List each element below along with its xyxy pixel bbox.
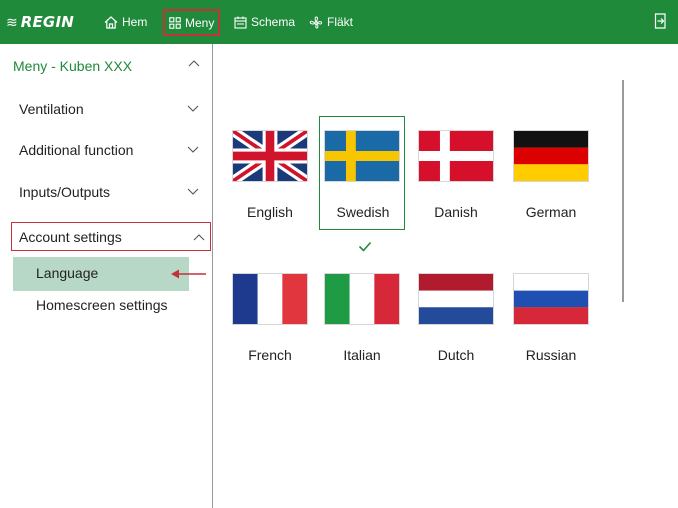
sidebar-item-additional-function[interactable]: Additional function bbox=[6, 135, 212, 165]
sidebar-subitem-label: Language bbox=[36, 265, 99, 281]
regin-logo: ≋ REGIN bbox=[6, 11, 74, 33]
language-name: Danish bbox=[434, 204, 478, 220]
italy-flag-icon bbox=[325, 274, 399, 324]
language-option-english[interactable]: English bbox=[227, 116, 313, 230]
language-option-swedish[interactable]: Swedish bbox=[319, 116, 405, 230]
home-icon bbox=[104, 15, 118, 29]
checkmark-icon bbox=[358, 241, 372, 252]
grid-icon bbox=[169, 16, 181, 29]
logout-icon bbox=[654, 13, 666, 29]
language-name: French bbox=[248, 347, 292, 363]
netherlands-flag-icon bbox=[419, 274, 493, 324]
sidebar-subitem-language[interactable]: Language bbox=[13, 257, 189, 291]
denmark-flag-icon bbox=[419, 131, 493, 181]
sidebar-header[interactable]: Meny - Kuben XXX bbox=[6, 44, 212, 88]
chevron-up-icon bbox=[188, 60, 200, 67]
chevron-down-icon bbox=[187, 146, 199, 153]
language-option-french[interactable]: French bbox=[227, 259, 313, 373]
chevron-down-icon bbox=[187, 188, 199, 195]
language-option-german[interactable]: German bbox=[508, 116, 594, 230]
sidebar-item-label: Ventilation bbox=[19, 101, 84, 117]
scrollbar[interactable] bbox=[622, 80, 624, 302]
sidebar-item-inputs-outputs[interactable]: Inputs/Outputs bbox=[6, 177, 212, 207]
brand-name: REGIN bbox=[20, 13, 74, 31]
sweden-flag-icon bbox=[325, 131, 399, 181]
waves-icon: ≋ bbox=[6, 14, 18, 30]
language-name: German bbox=[525, 204, 577, 220]
fan-icon bbox=[309, 16, 323, 29]
chevron-down-icon bbox=[187, 105, 199, 112]
nav-schema-button[interactable]: Schema bbox=[234, 11, 295, 33]
language-name: English bbox=[247, 204, 293, 220]
language-option-dutch[interactable]: Dutch bbox=[413, 259, 499, 373]
sidebar-title: Meny - Kuben XXX bbox=[13, 58, 133, 74]
red-arrow-indicator-icon bbox=[171, 269, 206, 279]
sidebar-menu: Meny - Kuben XXX Ventilation Additional … bbox=[6, 44, 213, 508]
language-option-italian[interactable]: Italian bbox=[319, 259, 405, 373]
sidebar-item-ventilation[interactable]: Ventilation bbox=[6, 94, 212, 124]
sidebar-item-label: Inputs/Outputs bbox=[19, 184, 111, 200]
language-option-danish[interactable]: Danish bbox=[413, 116, 499, 230]
nav-flakt-label: Fläkt bbox=[327, 15, 354, 29]
language-name: Dutch bbox=[437, 347, 475, 363]
nav-meny-button[interactable]: Meny bbox=[163, 9, 221, 36]
top-bar: ≋ REGIN Hem Meny Schema Fläkt bbox=[0, 0, 678, 44]
nav-schema-label: Schema bbox=[251, 15, 296, 29]
germany-flag-icon bbox=[514, 131, 588, 181]
france-flag-icon bbox=[233, 274, 307, 324]
calendar-icon bbox=[234, 16, 247, 29]
sidebar-item-label: Additional function bbox=[19, 142, 134, 158]
logout-button[interactable] bbox=[654, 13, 668, 34]
russia-flag-icon bbox=[514, 274, 588, 324]
nav-meny-label: Meny bbox=[185, 15, 215, 30]
language-name: Russian bbox=[525, 347, 577, 363]
language-option-russian[interactable]: Russian bbox=[508, 259, 594, 373]
nav-hem-button[interactable]: Hem bbox=[104, 11, 147, 33]
chevron-up-icon bbox=[193, 234, 205, 241]
uk-flag-icon bbox=[233, 131, 307, 181]
language-name: Italian bbox=[343, 347, 381, 363]
sidebar-item-account-settings[interactable]: Account settings bbox=[11, 222, 211, 251]
nav-flakt-button[interactable]: Fläkt bbox=[309, 11, 353, 33]
sidebar-item-label: Account settings bbox=[19, 229, 122, 245]
nav-hem-label: Hem bbox=[122, 15, 148, 29]
language-name: Swedish bbox=[336, 204, 390, 220]
sidebar-subitem-homescreen-settings[interactable]: Homescreen settings bbox=[36, 297, 168, 313]
